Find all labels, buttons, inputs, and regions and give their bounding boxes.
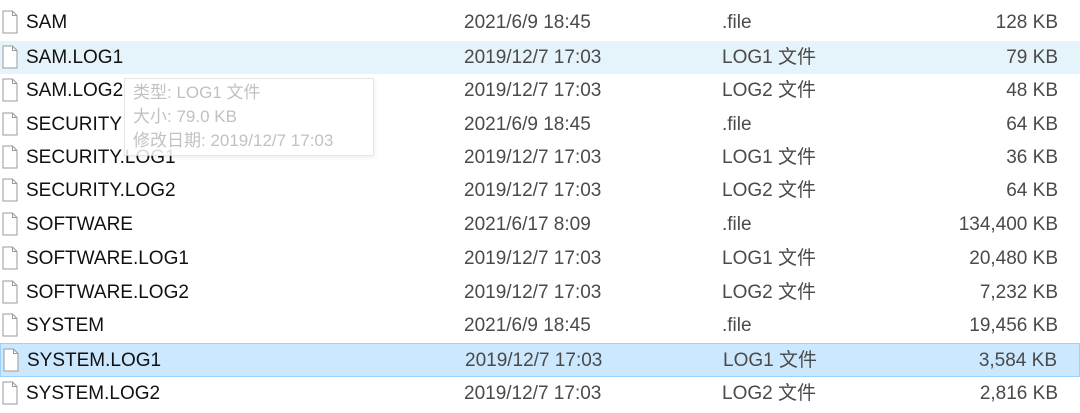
file-type: .file	[722, 12, 752, 33]
file-name: SOFTWARE.LOG1	[26, 248, 189, 269]
tooltip-modified: 修改日期: 2019/12/7 17:03	[133, 131, 334, 150]
file-list: SAM 2021/6/9 18:45 .file 128 KB SAM.LOG1 2019…	[0, 0, 1080, 413]
file-type: LOG1 文件	[722, 147, 816, 168]
file-row[interactable]: SAM 2021/6/9 18:45 .file 128 KB	[0, 6, 1080, 39]
file-size: 2,816 KB	[979, 383, 1058, 404]
file-modified-date: 2019/12/7 17:03	[464, 80, 602, 101]
file-name: SAM.LOG2	[26, 80, 124, 101]
file-size: 64 KB	[1006, 180, 1058, 201]
file-icon	[2, 212, 18, 236]
file-row[interactable]: SOFTWARE 2021/6/17 8:09 .file 134,400 KB	[0, 208, 1080, 241]
file-name: SOFTWARE.LOG2	[26, 282, 189, 303]
file-type: LOG2 文件	[722, 282, 816, 303]
file-size: 48 KB	[1006, 80, 1058, 101]
file-type: LOG2 文件	[722, 180, 816, 201]
file-size: 36 KB	[1006, 147, 1058, 168]
file-name: SOFTWARE	[26, 214, 133, 235]
file-modified-date: 2021/6/9 18:45	[464, 315, 591, 336]
file-size: 134,400 KB	[958, 214, 1058, 235]
file-row[interactable]: SOFTWARE.LOG1 2019/12/7 17:03 LOG1 文件 20,48…	[0, 242, 1080, 275]
file-modified-date: 2021/6/9 18:45	[464, 12, 591, 33]
file-modified-date: 2019/12/7 17:03	[464, 248, 602, 269]
file-modified-date: 2019/12/7 17:03	[464, 180, 602, 201]
file-icon	[2, 10, 18, 34]
file-modified-date: 2021/6/9 18:45	[464, 114, 591, 135]
file-row[interactable]: SYSTEM 2021/6/9 18:45 .file 19,456 KB	[0, 309, 1080, 342]
file-icon	[2, 78, 18, 102]
file-icon	[2, 112, 18, 136]
file-row[interactable]: SYSTEM.LOG2 2019/12/7 17:03 LOG2 文件 2,816 K…	[0, 377, 1080, 410]
file-name: SECURITY	[26, 114, 123, 135]
file-modified-date: 2019/12/7 17:03	[464, 383, 602, 404]
file-type: .file	[722, 114, 752, 135]
file-row[interactable]: SAM.LOG1 2019/12/7 17:03 LOG1 文件 79 KB	[0, 41, 1080, 74]
file-type: LOG1 文件	[722, 47, 816, 68]
file-modified-date: 2019/12/7 17:03	[464, 47, 602, 68]
file-size: 3,584 KB	[978, 350, 1057, 371]
file-icon	[2, 246, 18, 270]
file-modified-date: 2019/12/7 17:03	[464, 282, 602, 303]
file-size: 7,232 KB	[979, 282, 1058, 303]
file-type: LOG1 文件	[722, 248, 816, 269]
file-info-tooltip: 类型: LOG1 文件 大小: 79.0 KB 修改日期: 2019/12/7 …	[124, 78, 374, 156]
file-size: 128 KB	[995, 12, 1058, 33]
file-name: SAM.LOG1	[26, 47, 124, 68]
file-name: SYSTEM.LOG1	[27, 350, 162, 371]
file-icon	[2, 381, 18, 405]
file-size: 64 KB	[1006, 114, 1058, 135]
tooltip-type: 类型: LOG1 文件	[133, 83, 261, 102]
file-size: 79 KB	[1006, 47, 1058, 68]
file-type: LOG2 文件	[722, 383, 816, 404]
file-row[interactable]: SYSTEM.LOG1 2019/12/7 17:03 LOG1 文件 3,584 K…	[0, 343, 1080, 377]
file-size: 19,456 KB	[969, 315, 1058, 336]
file-name: SYSTEM	[26, 315, 105, 336]
file-icon	[2, 145, 18, 169]
file-modified-date: 2021/6/17 8:09	[464, 214, 591, 235]
file-icon	[2, 178, 18, 202]
file-size: 20,480 KB	[969, 248, 1058, 269]
file-type: .file	[722, 315, 752, 336]
file-modified-date: 2019/12/7 17:03	[465, 350, 603, 371]
file-row[interactable]: SECURITY.LOG2 2019/12/7 17:03 LOG2 文件 64 KB	[0, 174, 1080, 207]
file-icon	[2, 280, 18, 304]
file-type: .file	[722, 214, 752, 235]
file-name: SYSTEM.LOG2	[26, 383, 161, 404]
file-icon	[2, 45, 18, 69]
tooltip-size: 大小: 79.0 KB	[133, 107, 237, 126]
file-icon	[3, 348, 19, 372]
file-type: LOG2 文件	[722, 80, 816, 101]
file-type: LOG1 文件	[723, 350, 817, 371]
file-name: SECURITY.LOG2	[26, 180, 176, 201]
file-icon	[2, 313, 18, 337]
file-name: SAM	[26, 12, 68, 33]
file-row[interactable]: SOFTWARE.LOG2 2019/12/7 17:03 LOG2 文件 7,232…	[0, 276, 1080, 309]
file-modified-date: 2019/12/7 17:03	[464, 147, 602, 168]
